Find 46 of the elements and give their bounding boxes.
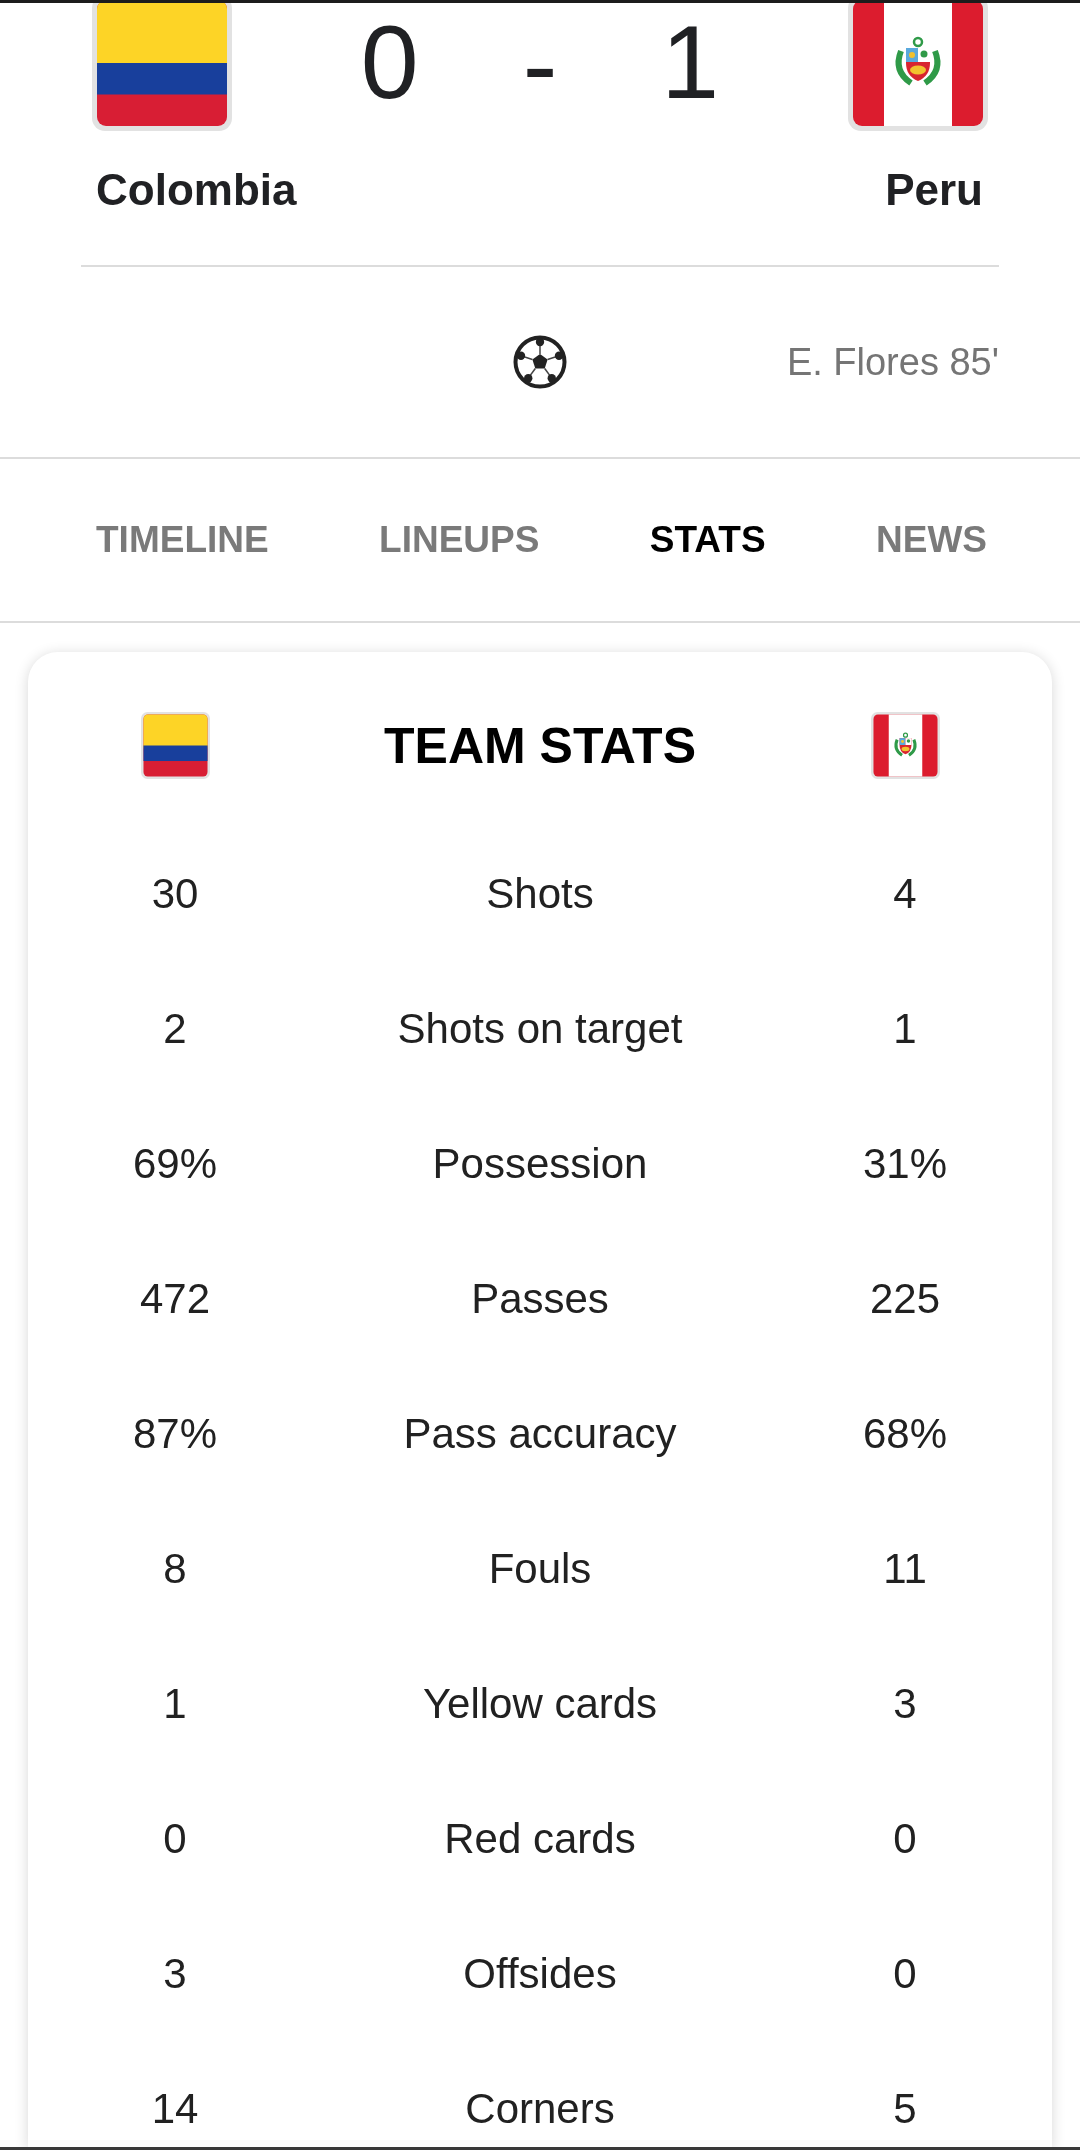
stat-value: 1 [163, 1678, 187, 1729]
stat-value: 3 [163, 1948, 187, 1999]
soccer-ball-icon [513, 335, 567, 389]
stat-label: Possession [432, 1138, 648, 1189]
stat-value: 0 [893, 1948, 917, 1999]
colombia-flag-icon [140, 712, 210, 779]
stat-value: 30 [151, 868, 199, 919]
stat-label: Pass accuracy [403, 1408, 677, 1459]
stat-value: 87% [132, 1408, 218, 1459]
stat-value: 14 [151, 2083, 199, 2134]
tab[interactable]: NEWS [876, 518, 987, 562]
stat-value: 0 [163, 1813, 187, 1864]
home-score: 0 [360, 10, 419, 114]
stat-value: 472 [139, 1273, 211, 1324]
stat-label: Shots [486, 868, 594, 919]
peru-flag-icon [870, 712, 940, 779]
stat-value: 31% [862, 1138, 948, 1189]
stat-label: Corners [465, 2083, 615, 2134]
stats-title: TEAM STATS [384, 716, 696, 775]
stat-label: Red cards [444, 1813, 636, 1864]
stat-value: 225 [869, 1273, 941, 1324]
stat-value: 69% [132, 1138, 218, 1189]
stat-value: 5 [893, 2083, 917, 2134]
peru-flag-icon [848, 3, 988, 131]
team-name: Colombia [96, 164, 297, 216]
stat-label: Yellow cards [422, 1678, 658, 1729]
stat-label: Shots on target [397, 1003, 683, 1054]
stat-label: Fouls [488, 1543, 592, 1594]
tab[interactable]: TIMELINE [96, 518, 269, 562]
stat-value: 0 [893, 1813, 917, 1864]
stat-value: 1 [893, 1003, 917, 1054]
stat-value: 8 [163, 1543, 187, 1594]
goal-scorer-text: E. Flores 85' [786, 340, 999, 385]
team-name: Peru [885, 164, 983, 216]
stat-value: 3 [893, 1678, 917, 1729]
tab[interactable]: LINEUPS [379, 518, 540, 562]
colombia-flag-icon [92, 3, 232, 131]
stat-value: 2 [163, 1003, 187, 1054]
stat-label: Passes [471, 1273, 609, 1324]
stat-value: 11 [883, 1543, 927, 1594]
stat-value: 68% [862, 1408, 948, 1459]
away-score: 1 [661, 10, 720, 114]
stat-value: 4 [893, 868, 917, 919]
tab[interactable]: STATS [649, 518, 766, 562]
stat-label: Offsides [463, 1948, 617, 1999]
score-dash: - [522, 13, 558, 117]
